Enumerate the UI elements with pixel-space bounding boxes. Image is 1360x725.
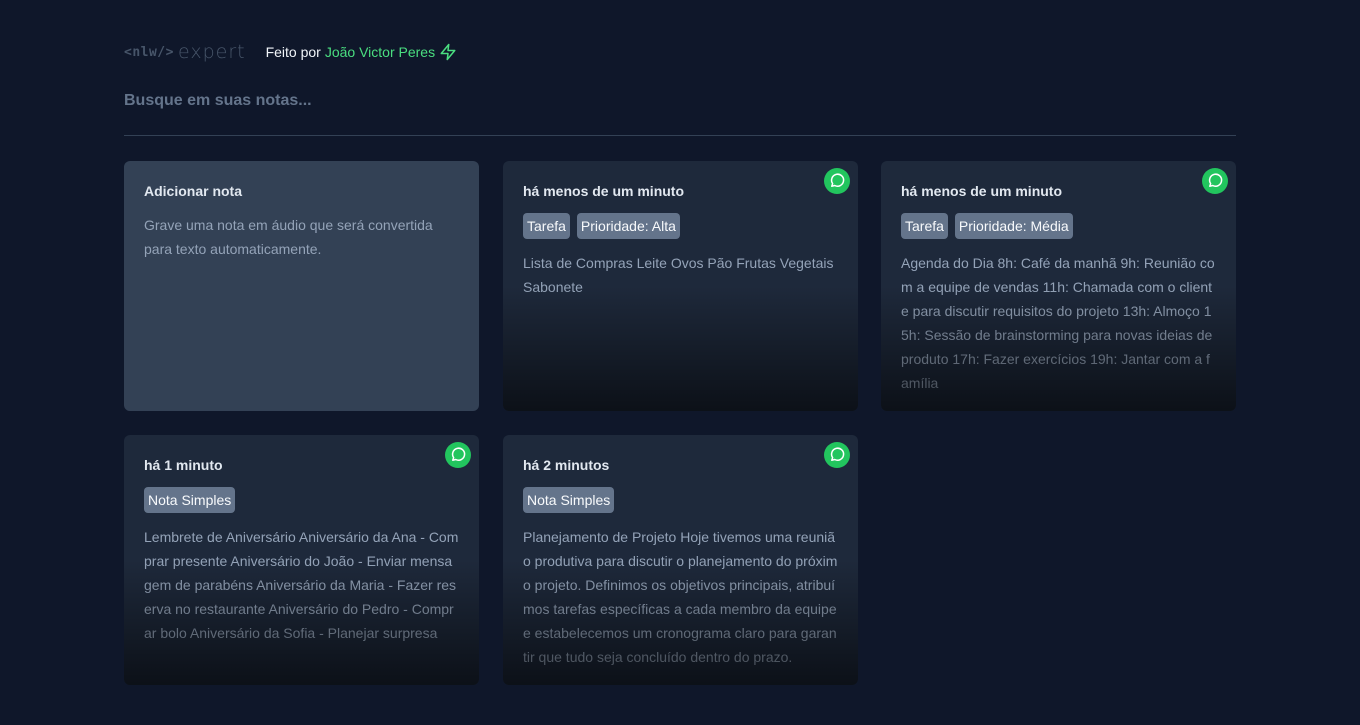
logo-prefix: <nlw/> (124, 44, 174, 60)
add-note-card[interactable]: Adicionar nota Grave uma nota em áudio q… (124, 161, 479, 411)
logo-word: expert (177, 41, 246, 63)
note-card[interactable]: há 2 minutos Nota Simples Planejamento d… (503, 435, 858, 685)
byline-prefix: Feito por (265, 44, 321, 60)
note-tag: Prioridade: Média (954, 213, 1073, 239)
search-input[interactable] (124, 84, 1236, 118)
whatsapp-icon[interactable] (1202, 168, 1228, 194)
note-tag: Tarefa (901, 213, 948, 239)
note-card[interactable]: há 1 minuto Nota Simples Lembrete de Ani… (124, 435, 479, 685)
add-note-description: Grave uma nota em áudio que será convert… (144, 217, 433, 257)
nlw-expert-logo: <nlw/> expert (124, 40, 246, 64)
whatsapp-icon[interactable] (824, 442, 850, 468)
note-content: Planejamento de Projeto Hoje tivemos uma… (523, 529, 838, 665)
note-card[interactable]: há menos de um minuto Tarefa Prioridade:… (503, 161, 858, 411)
note-tags: Nota Simples (144, 487, 459, 513)
bolt-icon (439, 42, 457, 62)
note-tags: Nota Simples (523, 487, 838, 513)
note-time: há 2 minutos (523, 457, 610, 473)
note-tag: Prioridade: Alta (576, 213, 680, 239)
whatsapp-icon[interactable] (824, 168, 850, 194)
note-tag: Nota Simples (523, 487, 615, 513)
card-fade (503, 286, 858, 411)
header: <nlw/> expert Feito por João Victor Pere… (124, 40, 457, 64)
note-card[interactable]: há menos de um minuto Tarefa Prioridade:… (881, 161, 1236, 411)
note-tag: Nota Simples (144, 487, 236, 513)
note-content: Agenda do Dia 8h: Café da manhã 9h: Reun… (901, 255, 1215, 391)
note-time: há 1 minuto (144, 457, 223, 473)
note-time: há menos de um minuto (901, 183, 1063, 199)
note-tags: Tarefa Prioridade: Média (901, 213, 1216, 239)
author-link[interactable]: João Victor Peres (325, 44, 435, 60)
note-time: há menos de um minuto (523, 183, 685, 199)
note-content: Lembrete de Aniversário Aniversário da A… (144, 529, 459, 641)
divider (124, 135, 1236, 136)
whatsapp-icon[interactable] (445, 442, 471, 468)
note-tag: Tarefa (523, 213, 570, 239)
note-content: Lista de Compras Leite Ovos Pão Frutas V… (523, 255, 834, 295)
note-tags: Tarefa Prioridade: Alta (523, 213, 838, 239)
add-note-title: Adicionar nota (144, 183, 243, 199)
byline: Feito por João Victor Peres (266, 42, 458, 62)
